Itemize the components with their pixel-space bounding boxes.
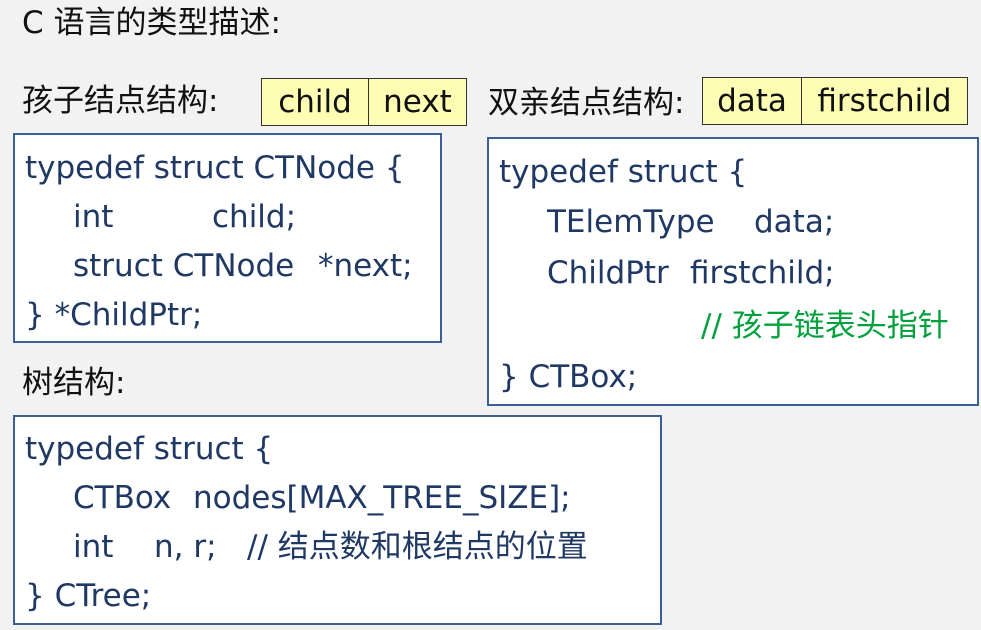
next-field-cell: next	[368, 79, 466, 125]
parent-node-label: 双亲结点结构:	[488, 85, 685, 121]
parent-node-code-block: typedef struct { TElemType data; ChildPt…	[487, 137, 979, 406]
child-node-field-diagram: child next	[261, 78, 467, 126]
code-line: typedef struct CTNode {	[25, 150, 405, 186]
code-line: typedef struct {	[499, 154, 748, 190]
code-line: n, r;	[154, 529, 217, 565]
code-line: typedef struct {	[25, 431, 274, 467]
code-comment: // 孩子链表头指针	[701, 308, 949, 344]
page-title: C 语言的类型描述:	[22, 5, 281, 41]
code-line: data;	[754, 204, 835, 240]
code-line: // 结点数和根结点的位置	[247, 529, 588, 565]
code-line: CTBox	[73, 480, 172, 516]
child-node-label: 孩子结点结构:	[22, 83, 219, 119]
code-line: TElemType	[547, 204, 715, 240]
code-line: nodes[MAX_TREE_SIZE];	[193, 480, 571, 516]
code-line: ChildPtr	[547, 255, 669, 291]
parent-node-field-diagram: data firstchild	[702, 77, 968, 125]
code-line: } *ChildPtr;	[25, 297, 203, 333]
child-node-code-block: typedef struct CTNode { int child; struc…	[13, 133, 442, 343]
tree-code-block: typedef struct { CTBox nodes[MAX_TREE_SI…	[13, 415, 662, 625]
code-line: int	[73, 529, 114, 565]
code-line: int	[73, 199, 114, 235]
code-line: child;	[212, 199, 297, 235]
code-line: struct CTNode	[73, 248, 295, 284]
code-line: } CTBox;	[499, 359, 638, 395]
code-line: firstchild;	[690, 255, 835, 291]
tree-label: 树结构:	[22, 365, 126, 401]
firstchild-field-cell: firstchild	[801, 78, 967, 124]
child-field-cell: child	[278, 84, 352, 120]
code-line: } CTree;	[25, 578, 152, 614]
data-field-cell: data	[717, 83, 787, 119]
code-line: *next;	[318, 248, 413, 284]
